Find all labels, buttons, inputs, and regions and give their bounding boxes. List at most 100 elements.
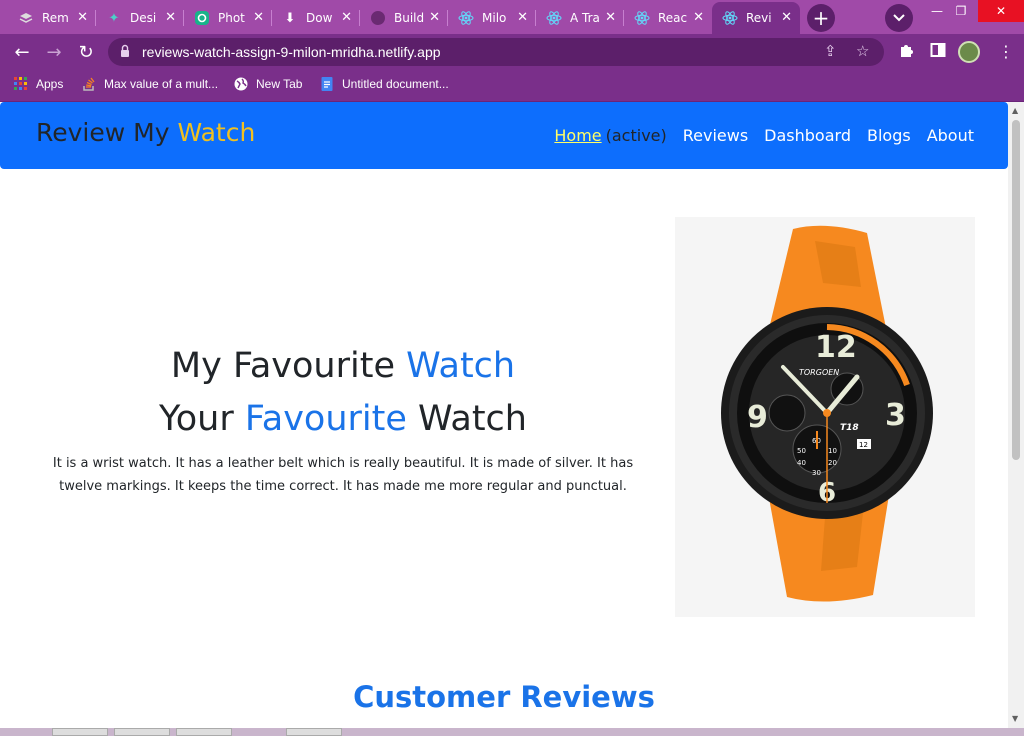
customer-reviews-heading: Customer Reviews xyxy=(353,680,655,714)
browser-tab[interactable]: ✦ Desi ✕ xyxy=(96,2,184,34)
reload-button[interactable]: ↻ xyxy=(74,41,98,63)
new-tab-button[interactable]: + xyxy=(807,4,835,32)
tab-title: Desi xyxy=(130,11,157,25)
apps-grid-icon xyxy=(14,77,27,90)
tab-title: Build xyxy=(394,11,425,25)
hero-line2-part-c: Watch xyxy=(406,399,527,439)
hero-line2-part-b: Favourite xyxy=(244,399,407,439)
bookmark-item[interactable]: New Tab xyxy=(234,77,302,91)
react-icon xyxy=(546,10,562,26)
hero-line1-part-b: Watch xyxy=(406,346,516,386)
back-button[interactable]: ← xyxy=(10,41,34,63)
stackoverflow-icon xyxy=(83,77,95,91)
watch-brand-text: TORGOEN xyxy=(799,368,839,377)
browser-tab[interactable]: A Tra ✕ xyxy=(536,2,624,34)
close-window-button[interactable]: ✕ xyxy=(978,0,1024,22)
close-tab-icon[interactable]: ✕ xyxy=(253,10,264,25)
photo-app-icon xyxy=(194,10,210,26)
bookmark-star-icon[interactable]: ☆ xyxy=(856,42,869,60)
side-panel-icon[interactable] xyxy=(930,42,946,62)
hero-text: My Favourite Watch Your Favourite Watch … xyxy=(40,340,646,498)
profile-avatar[interactable] xyxy=(958,41,980,63)
nav-about-link[interactable]: About xyxy=(927,126,974,145)
close-tab-icon[interactable]: ✕ xyxy=(517,10,528,25)
restore-button[interactable]: ❐ xyxy=(945,0,977,22)
scroll-down-icon[interactable]: ▼ xyxy=(1012,714,1018,723)
os-taskbar xyxy=(0,728,1024,736)
dial-number-12: 12 xyxy=(815,330,857,365)
docs-icon xyxy=(321,77,333,91)
close-tab-icon[interactable]: ✕ xyxy=(605,10,616,25)
page-viewport: Review My Watch Home (active) Reviews Das… xyxy=(0,102,1008,728)
watch-model-text: T18 xyxy=(840,423,859,433)
browser-tab[interactable]: Build ✕ xyxy=(360,2,448,34)
layers-icon xyxy=(18,10,34,26)
browser-tab-active[interactable]: Revi ✕ xyxy=(712,2,800,34)
address-bar[interactable]: reviews-watch-assign-9-milon-mridha.netl… xyxy=(108,38,884,66)
wristwatch-illustration: 12 3 6 9 TORGOEN 60 10 20 30 40 50 T18 1… xyxy=(721,225,933,602)
page-scrollbar[interactable]: ▲ ▼ xyxy=(1008,102,1024,728)
scrollbar-thumb[interactable] xyxy=(1012,120,1020,460)
close-tab-icon[interactable]: ✕ xyxy=(165,10,176,25)
bookmark-item[interactable]: Max value of a mult... xyxy=(82,77,218,91)
watch-image: 12 3 6 9 TORGOEN 60 10 20 30 40 50 T18 1… xyxy=(675,217,975,617)
close-tab-icon[interactable]: ✕ xyxy=(77,10,88,25)
nav-links: Home (active) Reviews Dashboard Blogs Abo… xyxy=(554,126,974,145)
scroll-up-icon[interactable]: ▲ xyxy=(1012,106,1018,115)
nav-home-link[interactable]: Home xyxy=(554,126,601,145)
subdial-number-40: 40 xyxy=(797,459,806,467)
close-tab-icon[interactable]: ✕ xyxy=(781,10,792,25)
tab-title: Rem xyxy=(42,11,69,25)
nav-blogs-link[interactable]: Blogs xyxy=(867,126,911,145)
site-navbar: Review My Watch Home (active) Reviews Das… xyxy=(0,102,1008,169)
url-text: reviews-watch-assign-9-milon-mridha.netl… xyxy=(142,44,441,60)
close-tab-icon[interactable]: ✕ xyxy=(429,10,440,25)
bookmark-item[interactable]: Untitled document... xyxy=(320,77,449,91)
close-tab-icon[interactable]: ✕ xyxy=(341,10,352,25)
bookmark-label: Max value of a mult... xyxy=(104,77,219,91)
taskbar-item[interactable] xyxy=(176,728,232,736)
taskbar-item[interactable] xyxy=(52,728,108,736)
bookmark-label: Untitled document... xyxy=(342,77,449,91)
chevron-down-icon xyxy=(893,14,905,22)
share-icon[interactable]: ⇪ xyxy=(824,42,837,60)
react-icon xyxy=(722,10,738,26)
browser-tab[interactable]: Reac ✕ xyxy=(624,2,712,34)
browser-tab[interactable]: Milo ✕ xyxy=(448,2,536,34)
taskbar-item[interactable] xyxy=(286,728,342,736)
forward-button[interactable]: → xyxy=(42,41,66,63)
more-menu-icon[interactable]: ⋮ xyxy=(998,42,1014,61)
tab-title: Reac xyxy=(658,11,688,25)
tab-title: Revi xyxy=(746,11,772,25)
lock-icon xyxy=(121,44,129,57)
nav-reviews-link[interactable]: Reviews xyxy=(683,126,748,145)
subdial-number-10: 10 xyxy=(828,447,837,455)
bookmark-item[interactable]: Apps xyxy=(14,77,63,91)
tab-search-button[interactable] xyxy=(885,4,913,32)
nav-active-note: (active) xyxy=(605,126,667,145)
brand-main-text: Review My xyxy=(36,118,178,147)
tab-title: A Tra xyxy=(570,11,600,25)
hero-line1-part-a: My Favourite xyxy=(170,346,407,386)
react-icon xyxy=(458,10,474,26)
browser-tab[interactable]: Rem ✕ xyxy=(8,2,96,34)
extensions-icon[interactable] xyxy=(898,42,914,62)
close-tab-icon[interactable]: ✕ xyxy=(693,10,704,25)
hero-description: It is a wrist watch. It has a leather be… xyxy=(52,456,634,494)
tab-title: Phot xyxy=(218,11,245,25)
subdial-number-30: 30 xyxy=(812,469,821,477)
tab-title: Milo xyxy=(482,11,507,25)
github-icon xyxy=(370,10,386,26)
subdial-number-20: 20 xyxy=(828,459,837,467)
bookmark-label: New Tab xyxy=(256,77,303,91)
sparkle-icon: ✦ xyxy=(108,10,120,26)
bookmarks-bar: Apps Max value of a mult... New Tab Unti… xyxy=(0,70,1024,102)
taskbar-item[interactable] xyxy=(114,728,170,736)
browser-tab[interactable]: ⬇ Dow ✕ xyxy=(272,2,360,34)
nav-dashboard-link[interactable]: Dashboard xyxy=(764,126,851,145)
dial-number-9: 9 xyxy=(747,400,768,435)
browser-toolbar: ← → ↻ reviews-watch-assign-9-milon-mridh… xyxy=(0,34,1024,70)
browser-tab[interactable]: Phot ✕ xyxy=(184,2,272,34)
hero-line2-part-a: Your xyxy=(159,399,245,439)
site-brand[interactable]: Review My Watch xyxy=(36,118,255,147)
